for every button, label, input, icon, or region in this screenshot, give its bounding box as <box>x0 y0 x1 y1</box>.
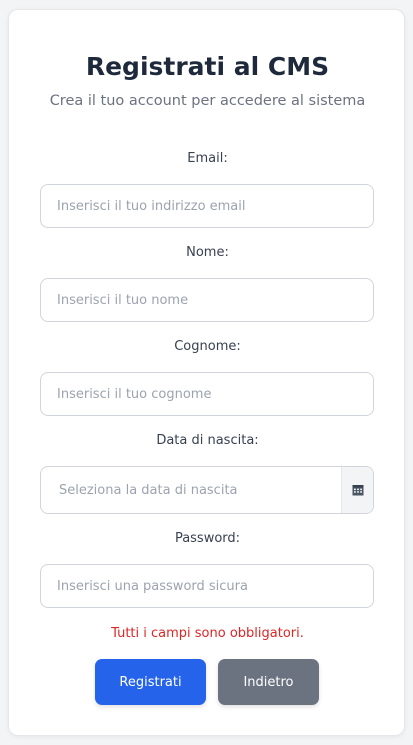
nome-field[interactable] <box>40 278 374 322</box>
register-button[interactable]: Registrati <box>95 659 206 705</box>
error-message: Tutti i campi sono obbligatori. <box>111 626 304 641</box>
email-label: Email: <box>187 151 228 166</box>
cognome-field[interactable] <box>40 372 374 416</box>
nome-label: Nome: <box>186 245 229 260</box>
calendar-button[interactable] <box>341 467 373 513</box>
date-picker <box>40 466 374 514</box>
cognome-label: Cognome: <box>174 339 241 354</box>
data-nascita-field[interactable] <box>41 467 341 513</box>
page-title: Registrati al CMS <box>85 52 330 81</box>
email-field[interactable] <box>40 184 374 228</box>
calendar-icon <box>352 485 363 496</box>
password-label: Password: <box>174 531 241 546</box>
back-button[interactable]: Indietro <box>218 659 319 705</box>
page-subtitle: Crea il tuo account per accedere al sist… <box>49 93 366 109</box>
password-field[interactable] <box>40 564 374 608</box>
data-nascita-label: Data di nascita: <box>156 433 259 448</box>
registration-card: Registrati al CMS Crea il tuo account pe… <box>8 9 405 736</box>
